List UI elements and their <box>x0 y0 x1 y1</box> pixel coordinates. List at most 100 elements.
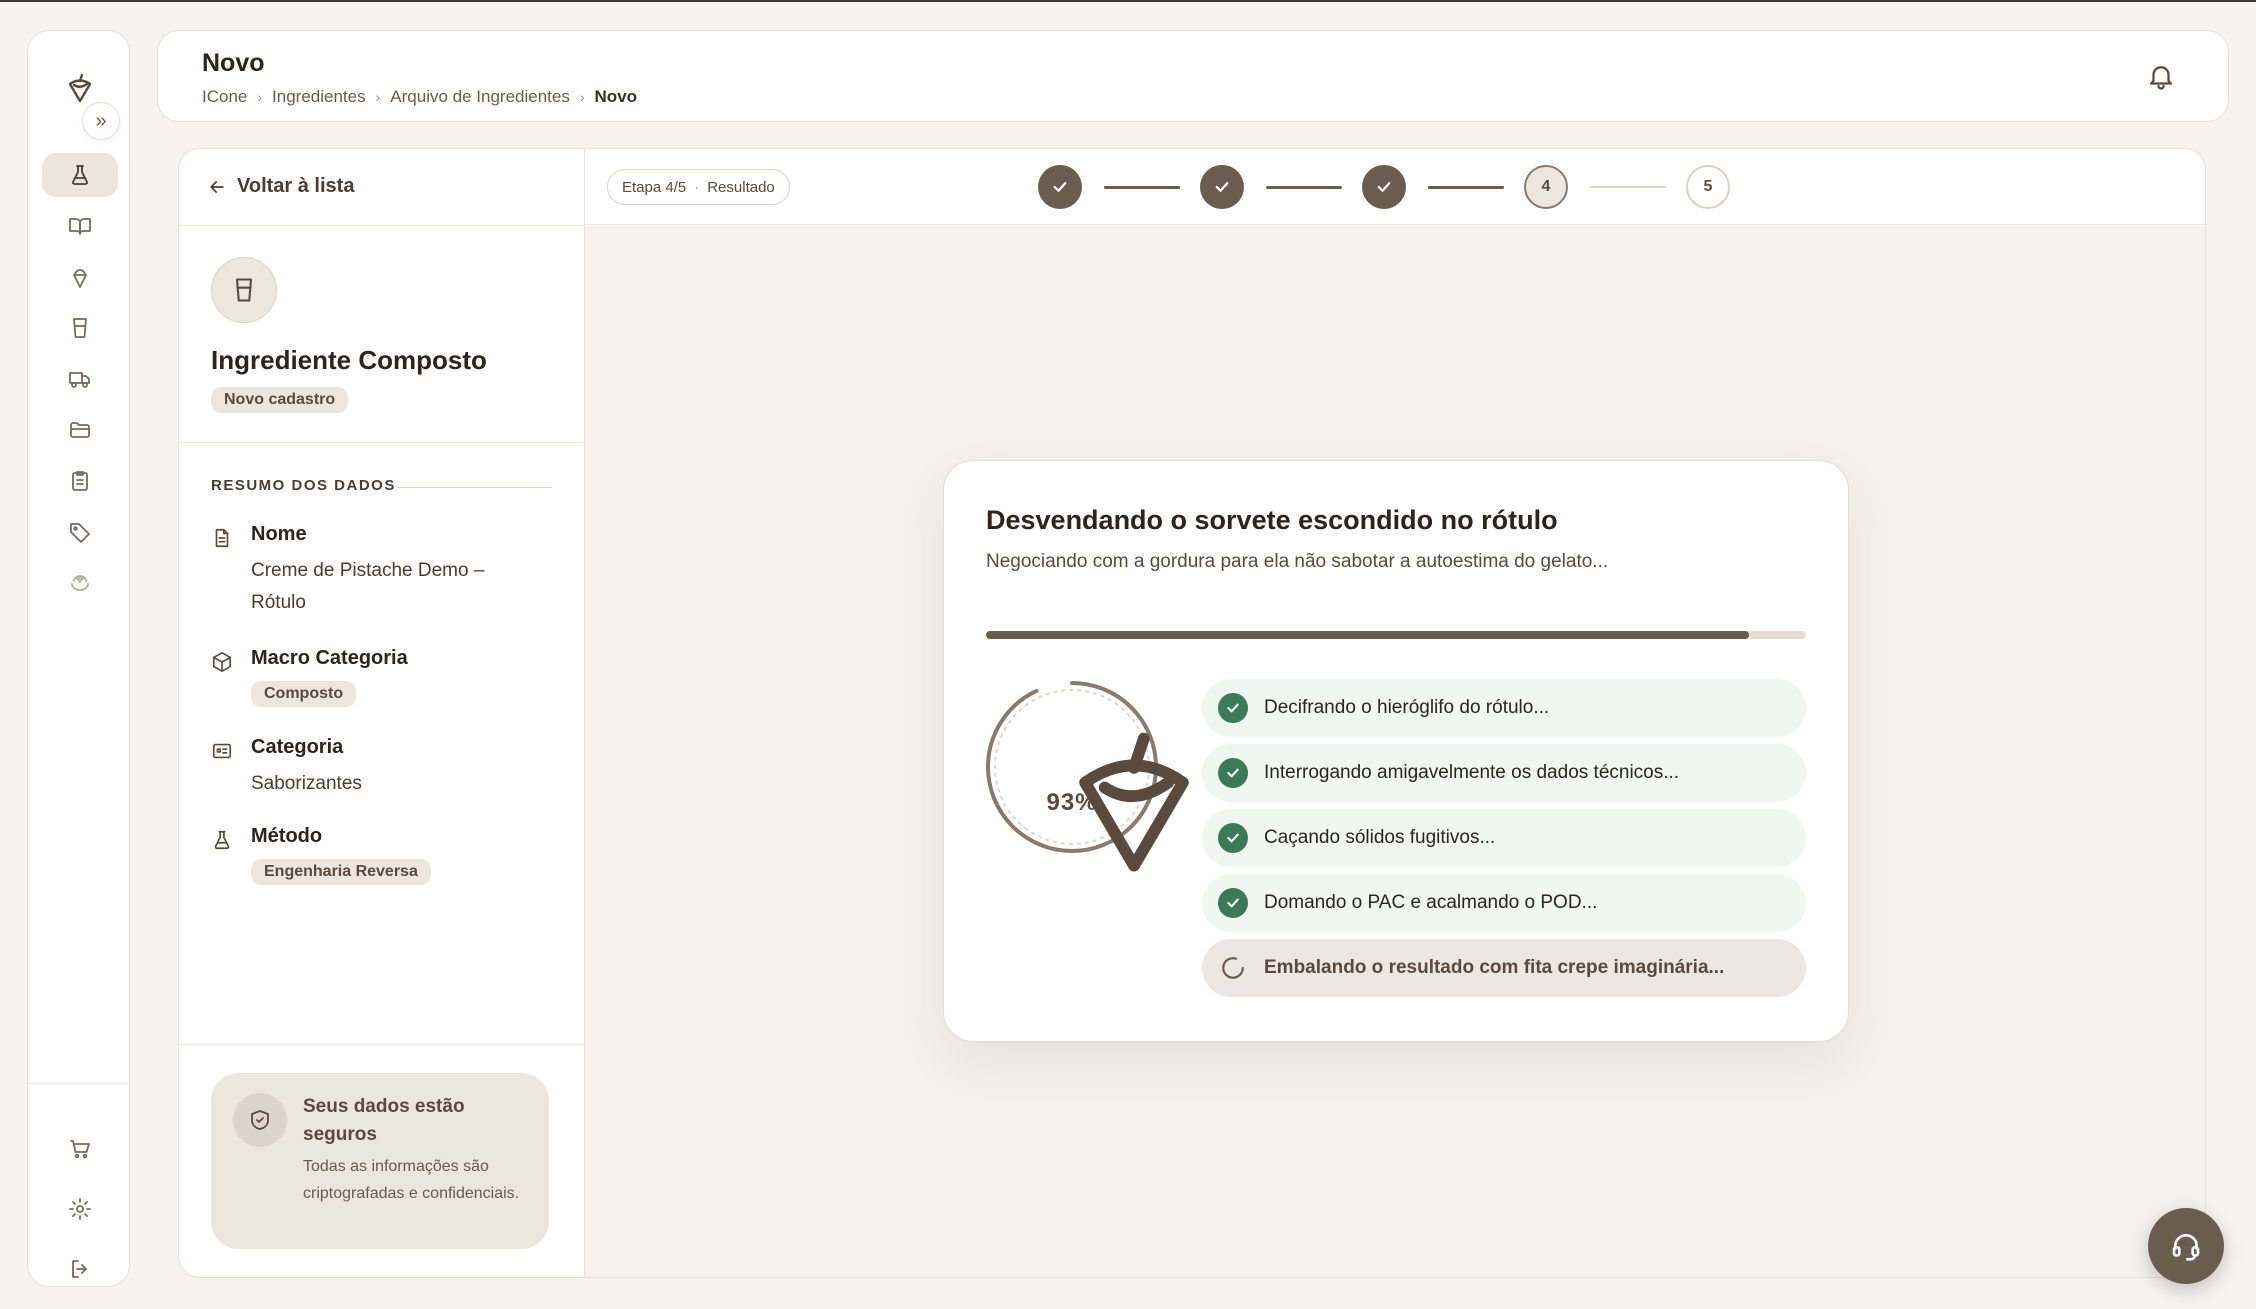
back-to-list-link[interactable]: Voltar à lista <box>207 175 354 198</box>
rail-item-sorvetes[interactable] <box>42 255 118 299</box>
expand-sidebar-button[interactable]: » <box>82 102 120 140</box>
shield-icon <box>233 1093 287 1147</box>
support-button[interactable] <box>2148 1208 2224 1284</box>
package-icon <box>211 651 233 673</box>
bell-icon <box>2149 66 2173 90</box>
rail-item-carrinho[interactable] <box>42 1127 118 1171</box>
rail-item-rotulos[interactable] <box>42 510 118 554</box>
progress-ring: 93% <box>984 679 1189 872</box>
cart-icon <box>70 1140 90 1159</box>
headset-icon <box>2172 1234 2200 1261</box>
chevrons-right-icon: » <box>95 109 107 132</box>
page-title: Novo <box>202 49 265 77</box>
sparkle-icon <box>71 575 89 591</box>
ice-cream-icon <box>1046 719 1189 872</box>
field-metodo: Método Engenharia Reversa <box>211 825 551 895</box>
task-text: Caçando sólidos fugitivos... <box>1264 827 1496 848</box>
logo-icon[interactable] <box>62 71 98 107</box>
flask-icon <box>72 165 88 185</box>
field-macro-categoria: Macro Categoria Composto <box>211 647 551 717</box>
rail-divider <box>28 1083 129 1084</box>
stepper-bar: Etapa 4/5 · Resultado 4 5 <box>585 149 2205 225</box>
step-3-done[interactable] <box>1362 165 1406 209</box>
task-item: Embalando o resultado com fita crepe ima… <box>1202 939 1806 997</box>
check-circle-icon <box>1218 823 1248 853</box>
check-circle-icon <box>1218 758 1248 788</box>
task-text: Embalando o resultado com fita crepe ima… <box>1264 957 1725 978</box>
check-circle-icon <box>1218 888 1248 918</box>
check-circle-icon <box>1218 693 1248 723</box>
task-item: Decifrando o hieróglifo do rótulo... <box>1202 679 1806 737</box>
field-label: Categoria <box>251 736 344 758</box>
spinner-icon <box>1218 953 1248 983</box>
breadcrumb-item[interactable]: Arquivo de Ingredientes <box>390 87 570 107</box>
field-label: Nome <box>251 523 307 545</box>
task-list: Decifrando o hieróglifo do rótulo... Inte… <box>1202 679 1806 1004</box>
clipboard-icon <box>72 471 88 491</box>
rail-item-ingredientes[interactable] <box>42 153 118 197</box>
rail-item-configuracoes[interactable] <box>42 1187 118 1231</box>
rail-item-arquivos[interactable] <box>42 408 118 452</box>
summary-heading: RESUMO DOS DADOS <box>211 477 396 494</box>
gear-icon <box>69 1198 91 1220</box>
tag-icon <box>70 523 90 543</box>
step-connector <box>1104 186 1180 189</box>
check-icon <box>1053 182 1067 192</box>
flask-icon <box>211 829 233 851</box>
security-notice: Seus dados estão seguros Todas as inform… <box>211 1073 549 1249</box>
ingredient-title: Ingrediente Composto <box>211 345 487 375</box>
step-connector <box>1590 186 1666 188</box>
field-label: Método <box>251 825 323 847</box>
divider <box>397 487 552 488</box>
chevron-right-icon: › <box>257 89 263 105</box>
check-icon <box>1215 182 1229 192</box>
ice-cream-icon <box>73 269 87 288</box>
breadcrumb-item[interactable]: ICone <box>202 87 247 107</box>
analysis-progress-card: Desvendando o sorvete escondido no rótul… <box>943 460 1849 1042</box>
task-item: Domando o PAC e acalmando o POD... <box>1202 874 1806 932</box>
truck-icon <box>69 372 90 388</box>
rail-item-fornecedores[interactable] <box>42 357 118 401</box>
rail-item-copos[interactable] <box>42 306 118 350</box>
field-nome: Nome Creme de Pistache Demo – Rótulo <box>211 523 551 623</box>
breadcrumb-current: Novo <box>594 87 638 106</box>
notifications-button[interactable] <box>2146 61 2176 91</box>
card-subtitle: Negociando com a gordura para ela não sa… <box>986 551 1609 572</box>
id-card-icon <box>211 740 233 762</box>
task-item: Interrogando amigavelmente os dados técn… <box>1202 744 1806 802</box>
logout-icon <box>72 1260 87 1278</box>
task-text: Decifrando o hieróglifo do rótulo... <box>1264 697 1550 718</box>
document-icon <box>211 527 233 549</box>
divider <box>179 225 584 226</box>
task-text: Interrogando amigavelmente os dados técn… <box>1264 762 1680 783</box>
rail-item-receitas[interactable] <box>42 204 118 248</box>
rail-item-ia[interactable] <box>42 561 118 605</box>
ingredient-avatar <box>211 257 277 323</box>
field-categoria: Categoria Saborizantes <box>211 736 551 806</box>
step-1-done[interactable] <box>1038 165 1082 209</box>
security-title: Seus dados estão seguros <box>303 1096 465 1145</box>
field-badge: Composto <box>251 681 357 707</box>
progress-bar-fill <box>986 631 1749 639</box>
step-4-current[interactable]: 4 <box>1524 165 1568 209</box>
check-icon <box>1377 182 1391 192</box>
rail-item-sair[interactable] <box>42 1247 118 1291</box>
divider <box>179 1044 584 1045</box>
breadcrumb-item[interactable]: Ingredientes <box>272 87 366 107</box>
arrow-left-icon <box>210 180 224 193</box>
step-2-done[interactable] <box>1200 165 1244 209</box>
step-5-todo[interactable]: 5 <box>1686 165 1730 209</box>
divider <box>179 442 584 443</box>
task-item: Caçando sólidos fugitivos... <box>1202 809 1806 867</box>
card-title: Desvendando o sorvete escondido no rótul… <box>986 505 1558 535</box>
left-rail <box>27 30 130 1287</box>
security-text: Todas as informações são criptografadas … <box>303 1158 520 1202</box>
back-to-list-label: Voltar à lista <box>237 175 355 197</box>
rail-item-relatorios[interactable] <box>42 459 118 503</box>
cup-icon <box>73 318 87 338</box>
summary-sidebar: Voltar à lista Ingrediente Composto Novo… <box>179 149 585 1277</box>
field-value: Creme de Pistache Demo – Rótulo <box>251 560 485 613</box>
progress-bar <box>986 631 1806 639</box>
step-connector <box>1428 186 1504 189</box>
chevron-right-icon: › <box>375 89 381 105</box>
